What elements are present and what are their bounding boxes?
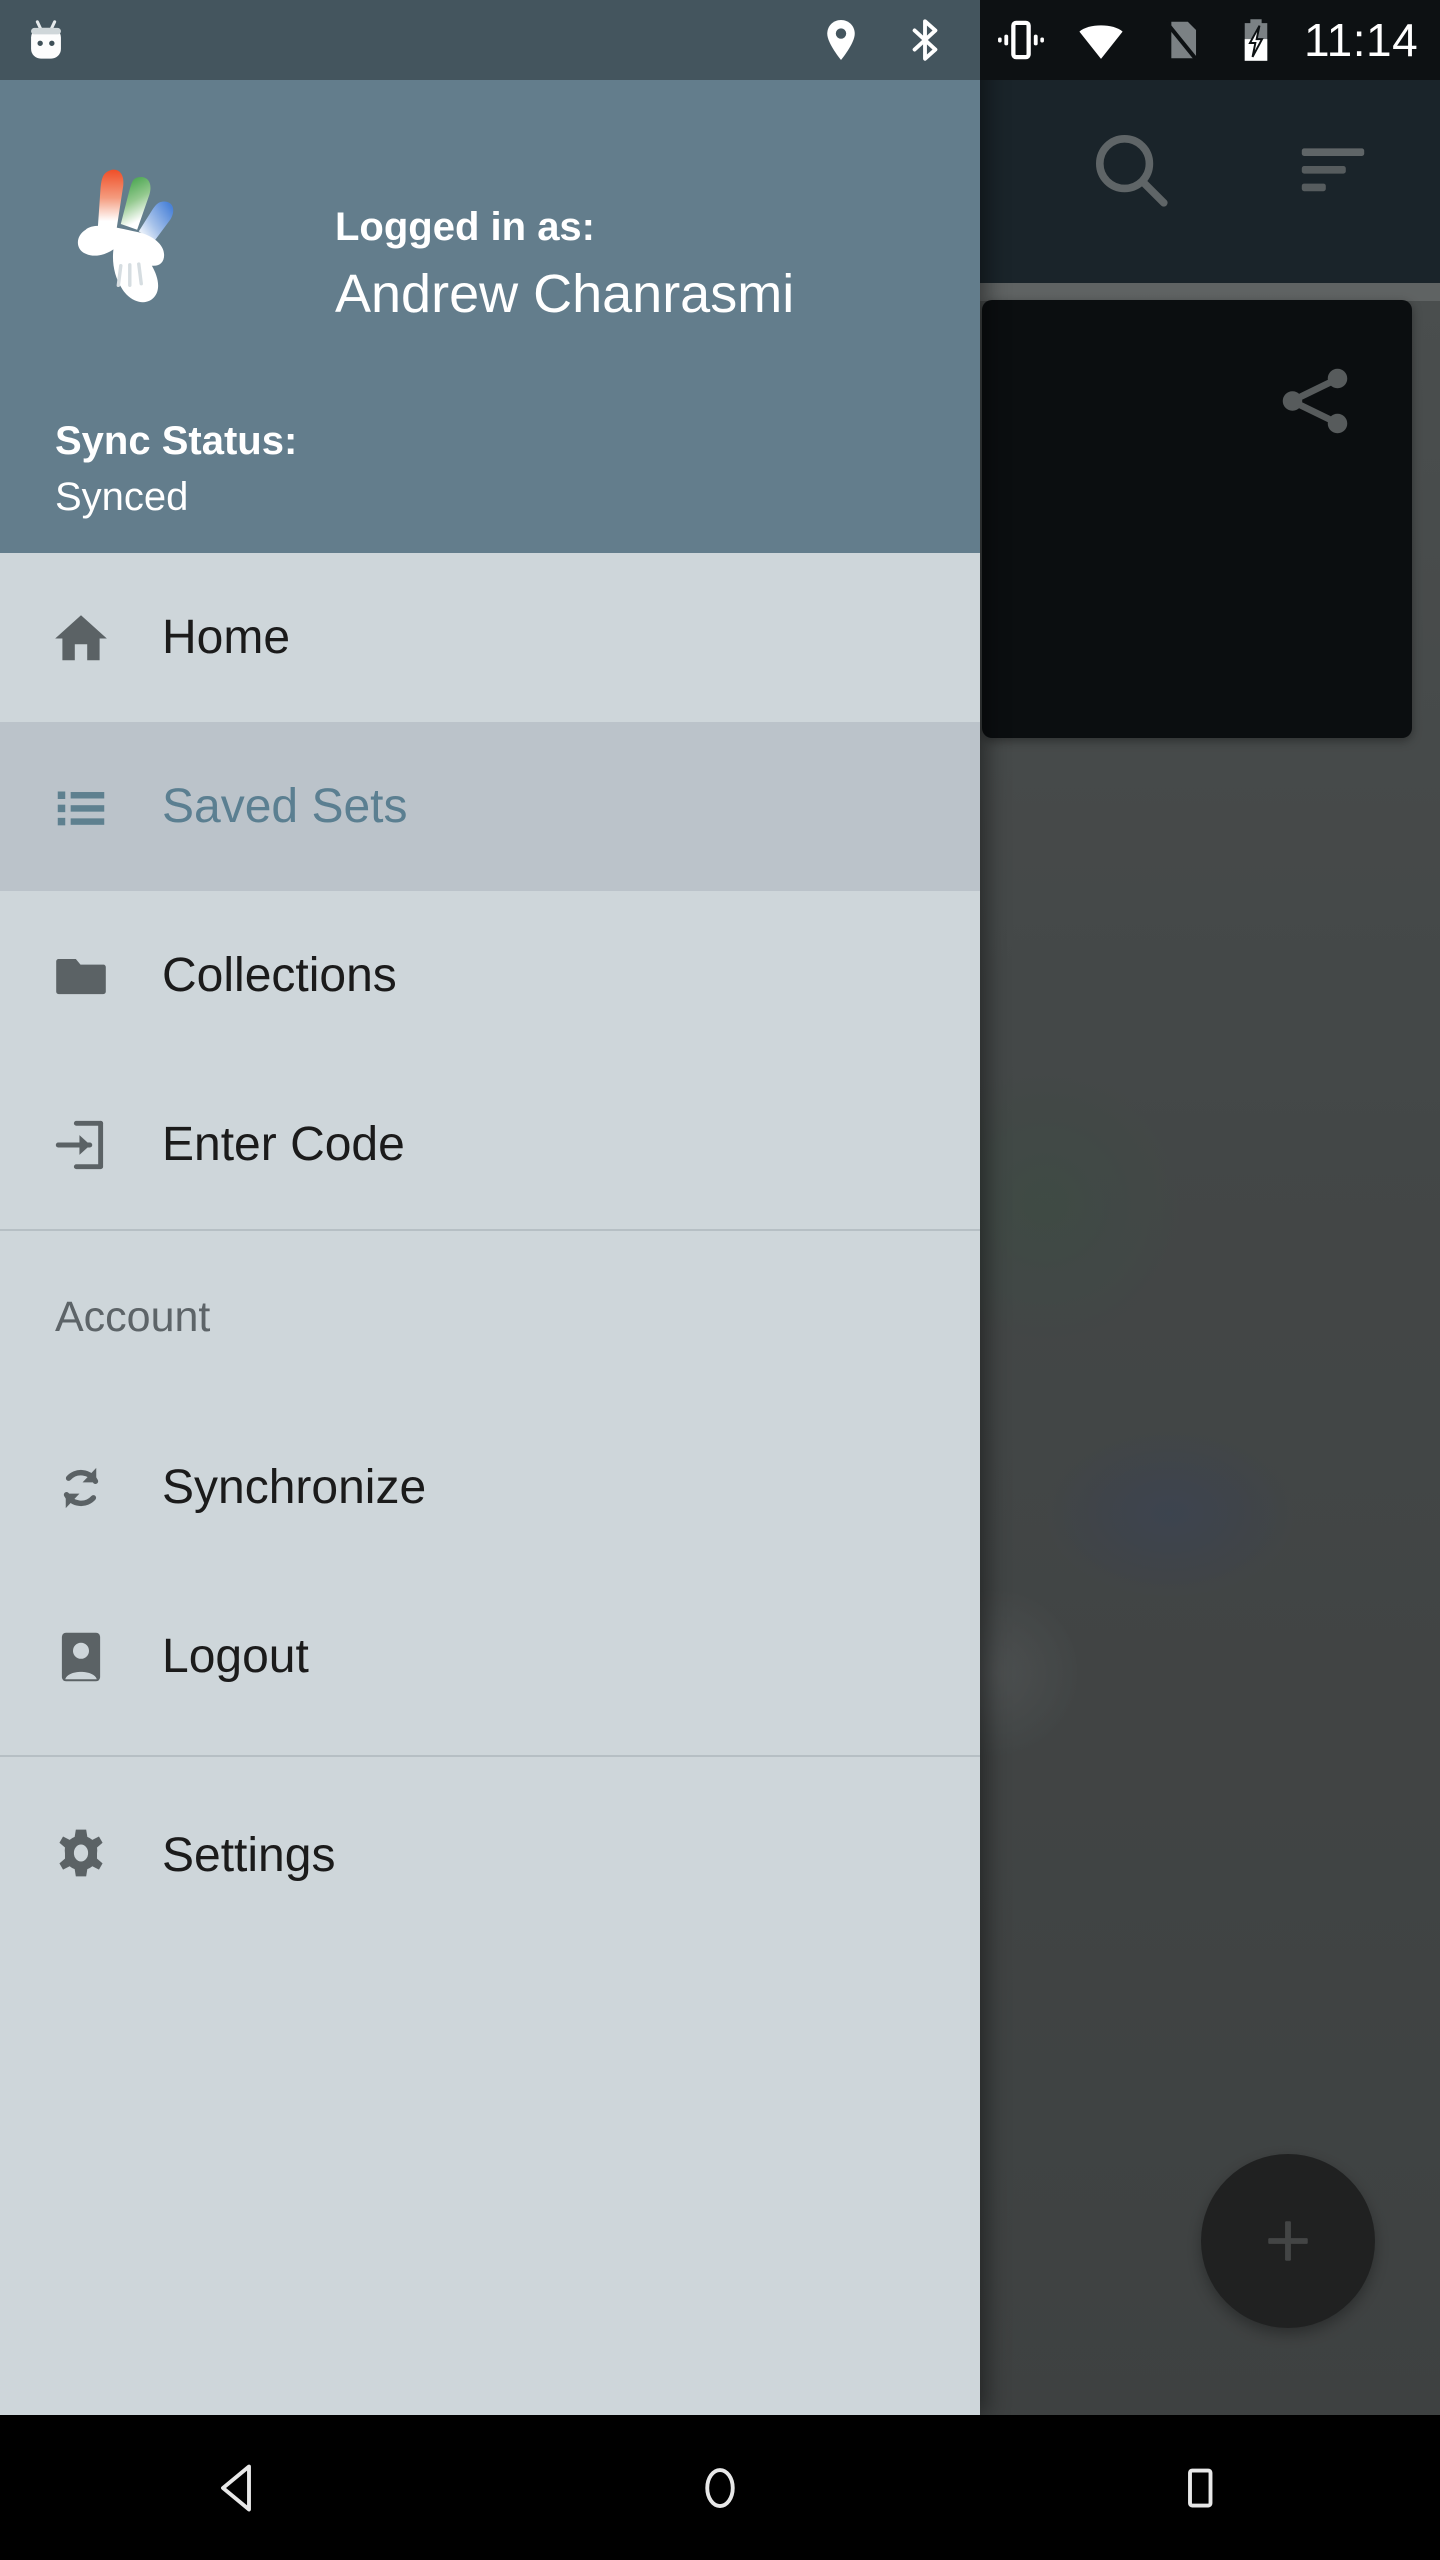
sync-status-value: Synced xyxy=(55,475,189,519)
battery-charging-icon xyxy=(1230,14,1282,66)
drawer-header: Logged in as: Andrew Chanrasmi Sync Stat… xyxy=(0,0,980,553)
input-arrow-icon xyxy=(0,1114,162,1176)
bluetooth-icon xyxy=(900,15,950,65)
sidebar-item-label: Home xyxy=(162,611,291,664)
folder-icon xyxy=(0,945,162,1007)
sync-icon xyxy=(0,1457,162,1519)
share-icon[interactable] xyxy=(1270,356,1360,446)
gear-icon xyxy=(0,1825,162,1887)
status-bar-clock: 11:14 xyxy=(1304,14,1419,66)
drawer-spacer-2 xyxy=(0,1757,980,1771)
sidebar-item-collections[interactable]: Collections xyxy=(0,891,980,1060)
drawer-spacer xyxy=(0,1741,980,1755)
sidebar-item-home[interactable]: Home xyxy=(0,553,980,722)
user-name: Andrew Chanrasmi xyxy=(335,264,795,324)
sidebar-item-label: Settings xyxy=(162,1829,336,1882)
sidebar-item-settings[interactable]: Settings xyxy=(0,1771,980,1940)
sidebar-item-synchronize[interactable]: Synchronize xyxy=(0,1403,980,1572)
navigation-drawer: Logged in as: Andrew Chanrasmi Sync Stat… xyxy=(0,0,980,2415)
account-section-header: Account xyxy=(0,1231,980,1403)
list-icon xyxy=(0,776,162,838)
drawer-primary-menu: Home Saved Sets Collections Enter Code xyxy=(0,553,980,1229)
account-box-icon xyxy=(0,1626,162,1688)
recents-square-icon[interactable] xyxy=(960,2415,1440,2560)
sidebar-item-label: Enter Code xyxy=(162,1118,405,1171)
android-mascot-icon xyxy=(18,12,74,68)
drawer-account-menu: Synchronize Logout xyxy=(0,1403,980,1741)
system-navigation-bar xyxy=(0,2415,1440,2560)
home-icon xyxy=(0,607,162,669)
wifi-icon xyxy=(1074,13,1128,67)
no-sim-icon xyxy=(1154,14,1206,66)
search-icon[interactable] xyxy=(1083,122,1179,218)
sidebar-item-label: Logout xyxy=(162,1630,309,1683)
sidebar-item-label: Collections xyxy=(162,949,397,1002)
sidebar-item-saved-sets[interactable]: Saved Sets xyxy=(0,722,980,891)
sidebar-item-logout[interactable]: Logout xyxy=(0,1572,980,1741)
sidebar-item-enter-code[interactable]: Enter Code xyxy=(0,1060,980,1229)
section-title: Account xyxy=(55,1292,211,1341)
status-bar-left xyxy=(0,0,980,80)
account-info: Logged in as: Andrew Chanrasmi xyxy=(335,205,794,325)
sidebar-item-label: Saved Sets xyxy=(162,780,408,833)
logged-in-label: Logged in as: xyxy=(335,205,595,249)
sync-status: Sync Status: Synced xyxy=(55,418,297,520)
home-circle-icon[interactable] xyxy=(480,2415,960,2560)
hand-logo xyxy=(62,148,227,318)
sync-status-label: Sync Status: xyxy=(55,419,298,463)
sort-icon[interactable] xyxy=(1285,122,1381,218)
location-icon xyxy=(816,15,866,65)
phone-screen: Logged in as: Andrew Chanrasmi Sync Stat… xyxy=(0,0,1440,2560)
status-bar: 11:14 xyxy=(0,0,1440,80)
back-icon[interactable] xyxy=(0,2415,480,2560)
plus-icon xyxy=(1268,2221,1308,2261)
vibrate-icon xyxy=(994,13,1048,67)
add-floating-action-button[interactable] xyxy=(1201,2154,1375,2328)
drawer-footer-menu: Settings xyxy=(0,1771,980,1940)
content-card[interactable] xyxy=(982,300,1412,738)
status-bar-right: 11:14 xyxy=(980,0,1440,80)
sidebar-item-label: Synchronize xyxy=(162,1461,427,1514)
